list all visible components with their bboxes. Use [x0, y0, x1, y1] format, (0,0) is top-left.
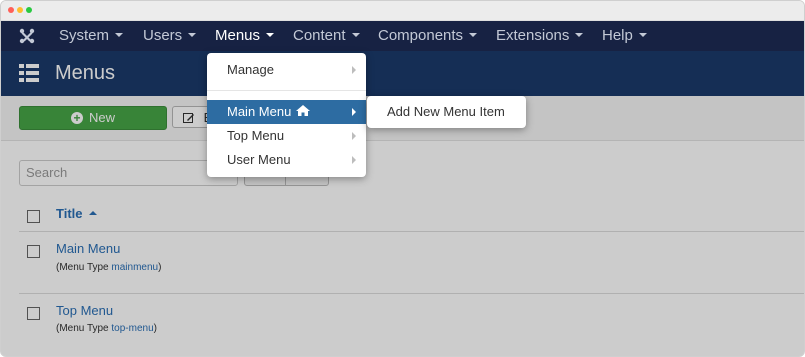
nav-extensions[interactable]: Extensions	[496, 27, 584, 44]
nav-menus-label: Menus	[215, 27, 261, 44]
minimize-window-dot[interactable]	[17, 7, 23, 13]
chevron-down-icon	[188, 33, 197, 38]
dropdown-divider	[207, 90, 366, 91]
main-menu-submenu: Add New Menu Item	[367, 96, 526, 128]
dropdown-item-main-menu[interactable]: Main Menu	[207, 100, 366, 124]
close-window-dot[interactable]	[8, 7, 14, 13]
chevron-down-icon	[638, 33, 647, 38]
nav-help[interactable]: Help	[602, 27, 647, 44]
nav-components-label: Components	[378, 27, 464, 44]
chevron-down-icon	[115, 33, 124, 38]
chevron-down-icon	[266, 33, 275, 38]
nav-components[interactable]: Components	[378, 27, 478, 44]
maximize-window-dot[interactable]	[26, 7, 32, 13]
dropdown-item-manage[interactable]: Manage	[207, 58, 366, 82]
top-navbar: System Users Menus Content Components Ex…	[1, 21, 804, 51]
dropdown-item-user-menu[interactable]: User Menu	[207, 148, 366, 172]
browser-window: System Users Menus Content Components Ex…	[0, 0, 805, 357]
chevron-down-icon	[469, 33, 478, 38]
chevron-down-icon	[351, 33, 360, 38]
nav-system-label: System	[59, 27, 110, 44]
chevron-right-icon	[352, 66, 356, 74]
dropdown-item-label: Manage	[227, 62, 274, 77]
nav-system[interactable]: System	[59, 27, 124, 44]
chevron-right-icon	[352, 156, 356, 164]
chevron-down-icon	[575, 33, 584, 38]
dropdown-item-label: Main Menu	[227, 104, 292, 119]
nav-content[interactable]: Content	[293, 27, 360, 44]
window-chrome	[1, 1, 804, 21]
joomla-logo-icon[interactable]	[19, 28, 35, 44]
nav-users-label: Users	[143, 27, 183, 44]
nav-content-label: Content	[293, 27, 346, 44]
submenu-item-add-new-menu-item[interactable]: Add New Menu Item	[387, 104, 505, 119]
nav-users[interactable]: Users	[143, 27, 197, 44]
dropdown-item-label: Top Menu	[227, 128, 285, 143]
nav-extensions-label: Extensions	[496, 27, 570, 44]
chevron-right-icon	[352, 108, 356, 116]
nav-menus[interactable]: Menus	[215, 27, 275, 44]
chevron-right-icon	[352, 132, 356, 140]
dropdown-item-top-menu[interactable]: Top Menu	[207, 124, 366, 148]
home-icon	[296, 105, 311, 117]
dropdown-item-label: User Menu	[227, 152, 291, 167]
nav-help-label: Help	[602, 27, 633, 44]
menus-dropdown: Manage Main Menu Top Menu User Menu	[207, 53, 366, 177]
